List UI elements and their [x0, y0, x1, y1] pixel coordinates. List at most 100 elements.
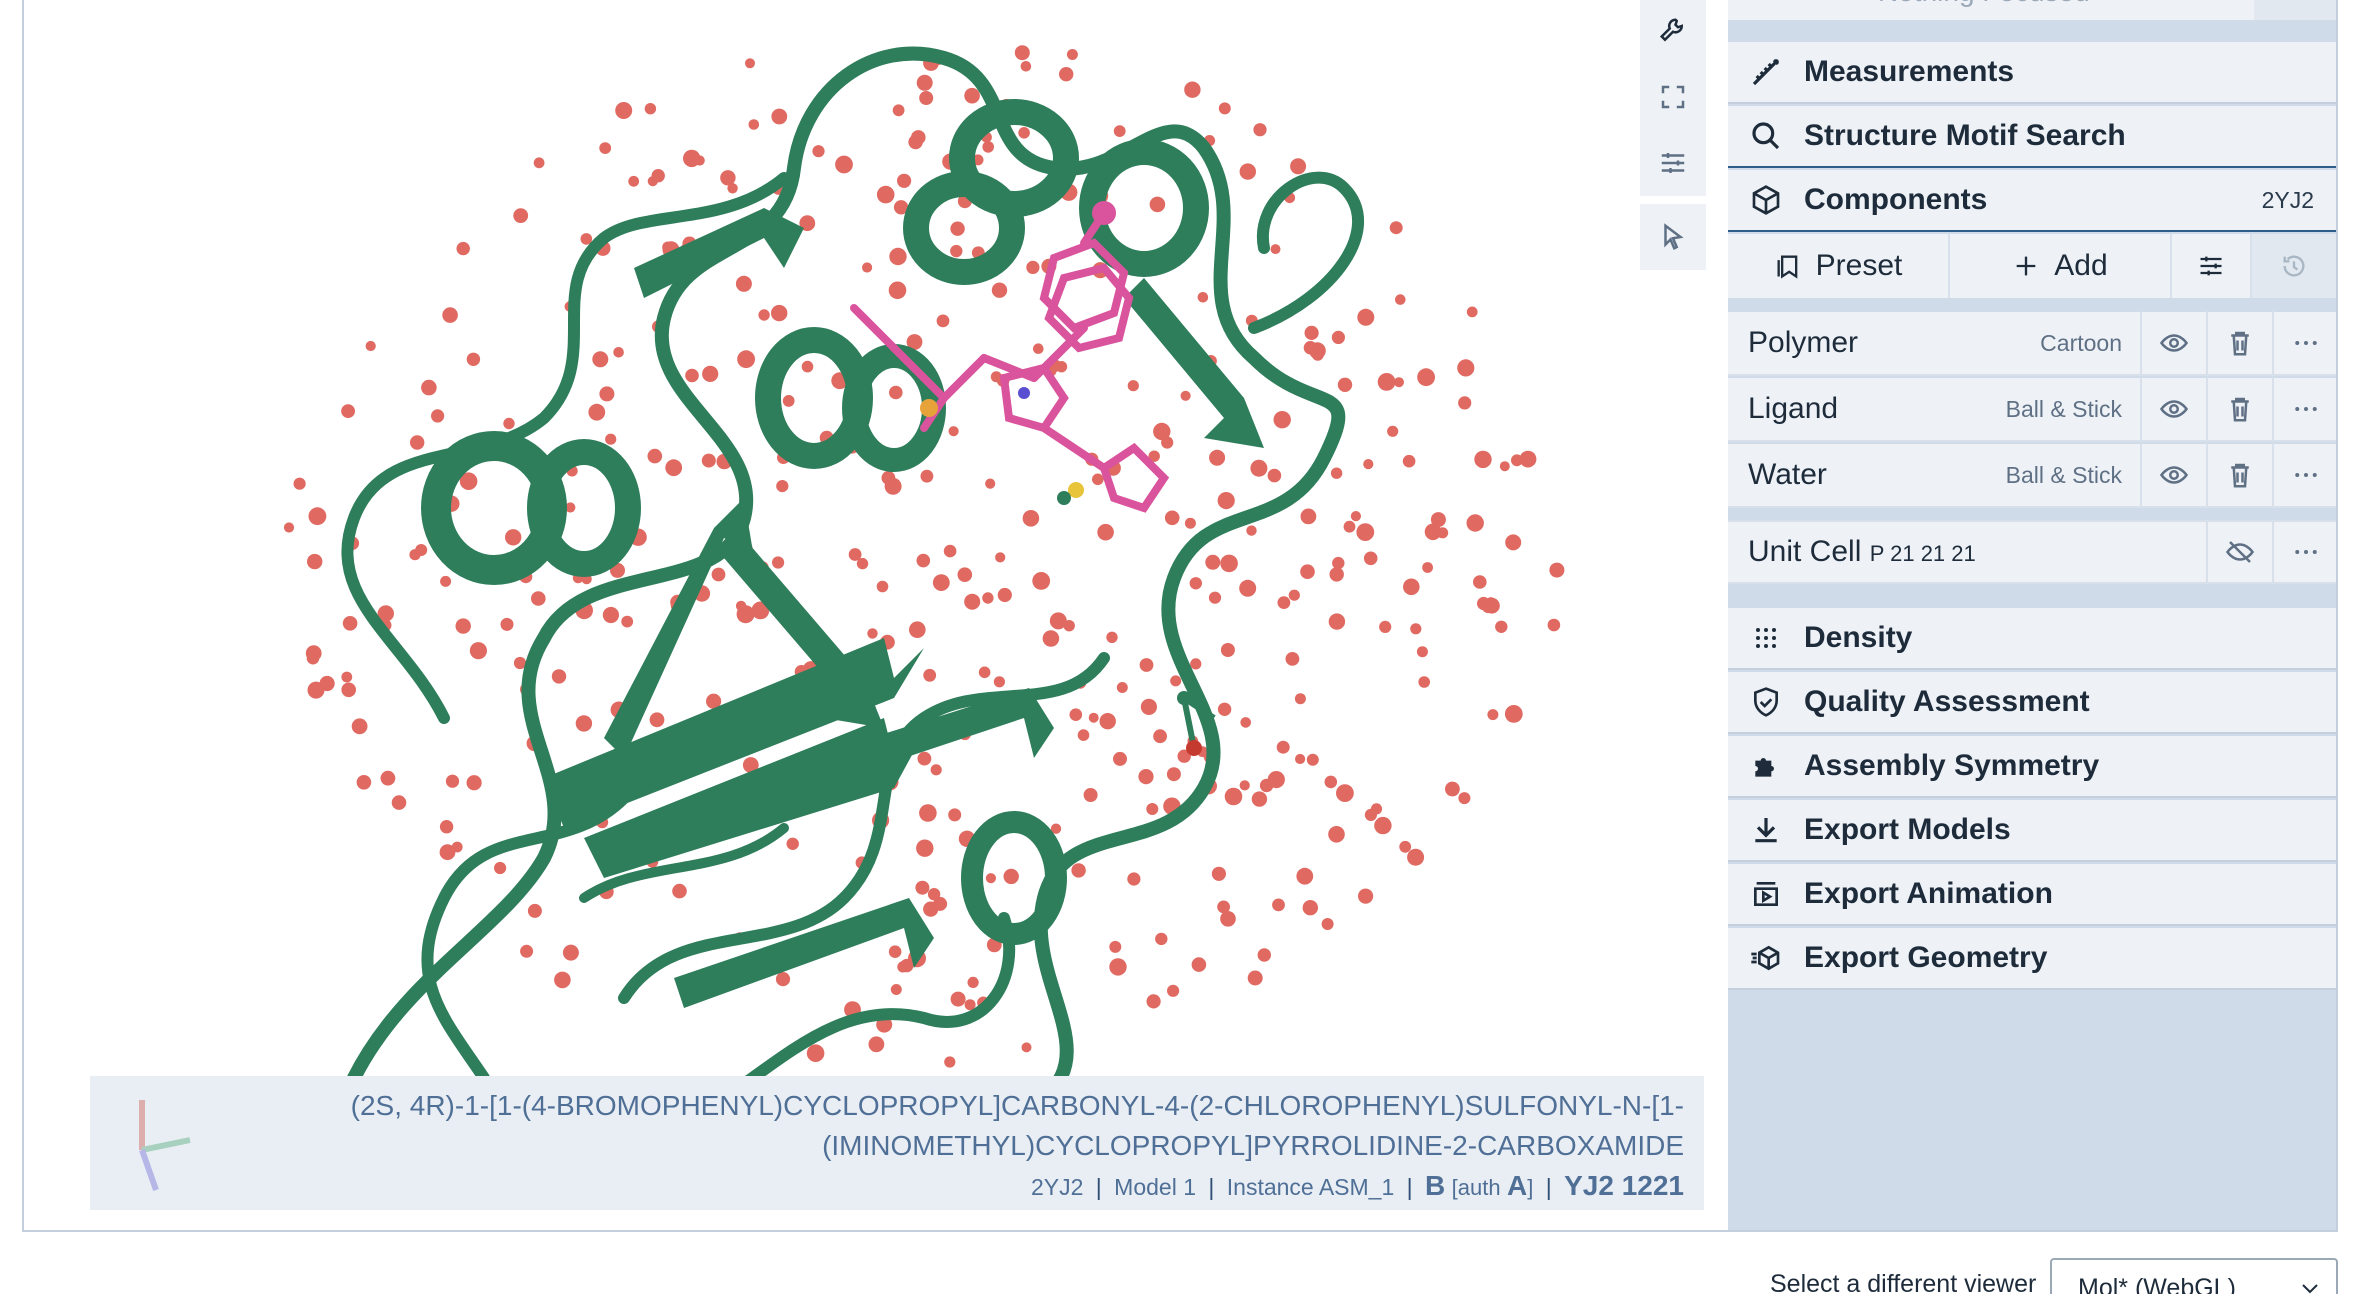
- water-atom[interactable]: [919, 804, 937, 822]
- water-atom[interactable]: [812, 145, 825, 158]
- motif-search-section[interactable]: Structure Motif Search: [1728, 106, 2336, 168]
- water-atom[interactable]: [442, 307, 458, 323]
- water-atom[interactable]: [1458, 792, 1471, 805]
- more-options-button[interactable]: [2272, 311, 2336, 375]
- water-atom[interactable]: [1272, 898, 1285, 912]
- export-animation-section[interactable]: Export Animation: [1728, 864, 2336, 926]
- water-atom[interactable]: [985, 478, 996, 489]
- water-atom[interactable]: [1332, 556, 1345, 570]
- water-atom[interactable]: [1020, 61, 1032, 72]
- water-atom[interactable]: [1487, 709, 1499, 721]
- water-atom[interactable]: [602, 606, 620, 624]
- water-atom[interactable]: [1309, 342, 1326, 360]
- water-atom[interactable]: [533, 157, 545, 169]
- water-atom[interactable]: [1069, 708, 1083, 721]
- water-atom[interactable]: [1055, 361, 1068, 373]
- water-atom[interactable]: [1071, 863, 1086, 878]
- focus-button[interactable]: [2254, 0, 2336, 20]
- water-atom[interactable]: [1300, 564, 1315, 579]
- water-atom[interactable]: [944, 1056, 956, 1068]
- water-atom[interactable]: [605, 433, 617, 445]
- water-atom[interactable]: [421, 379, 437, 396]
- water-atom[interactable]: [897, 961, 909, 973]
- water-atom[interactable]: [1250, 459, 1268, 477]
- water-atom[interactable]: [890, 984, 902, 995]
- water-atom[interactable]: [1077, 729, 1090, 741]
- water-atom[interactable]: [856, 557, 869, 570]
- water-atom[interactable]: [1190, 658, 1202, 670]
- delete-button[interactable]: [2206, 377, 2272, 441]
- water-atom[interactable]: [985, 873, 997, 884]
- water-atom[interactable]: [1270, 244, 1281, 255]
- water-atom[interactable]: [685, 368, 699, 383]
- water-atom[interactable]: [964, 593, 981, 610]
- representation-label[interactable]: Cartoon: [2040, 330, 2122, 357]
- water-atom[interactable]: [1328, 826, 1345, 843]
- water-atom[interactable]: [1139, 658, 1154, 672]
- water-atom[interactable]: [1399, 840, 1412, 853]
- water-atom[interactable]: [1155, 932, 1168, 946]
- water-atom[interactable]: [1049, 612, 1067, 630]
- water-atom[interactable]: [919, 91, 934, 105]
- water-atom[interactable]: [950, 221, 965, 236]
- water-atom[interactable]: [1458, 396, 1472, 410]
- water-atom[interactable]: [1499, 461, 1510, 472]
- water-atom[interactable]: [356, 775, 372, 790]
- water-atom[interactable]: [748, 119, 760, 130]
- water-atom[interactable]: [628, 175, 640, 187]
- water-atom[interactable]: [1407, 848, 1425, 866]
- water-atom[interactable]: [1358, 888, 1374, 904]
- water-atom[interactable]: [758, 309, 770, 321]
- water-atom[interactable]: [456, 241, 470, 256]
- water-atom[interactable]: [439, 820, 454, 834]
- water-atom[interactable]: [649, 712, 665, 728]
- water-atom[interactable]: [1395, 294, 1406, 305]
- water-atom[interactable]: [1088, 712, 1099, 723]
- water-atom[interactable]: [341, 404, 355, 418]
- water-atom[interactable]: [1164, 510, 1180, 526]
- water-atom[interactable]: [1217, 900, 1230, 914]
- water-atom[interactable]: [1457, 359, 1475, 377]
- water-atom[interactable]: [1014, 45, 1030, 61]
- water-atom[interactable]: [927, 888, 941, 901]
- representation-label[interactable]: Ball & Stick: [2006, 462, 2122, 489]
- water-atom[interactable]: [1066, 49, 1078, 60]
- water-atom[interactable]: [1267, 771, 1285, 789]
- water-atom[interactable]: [1466, 306, 1478, 318]
- water-atom[interactable]: [950, 991, 966, 1007]
- water-atom[interactable]: [1224, 787, 1243, 806]
- components-section[interactable]: Components 2YJ2: [1728, 170, 2336, 232]
- water-atom[interactable]: [1321, 918, 1334, 930]
- water-atom[interactable]: [916, 553, 931, 568]
- water-atom[interactable]: [916, 74, 933, 91]
- water-atom[interactable]: [771, 108, 788, 125]
- unit-cell-row[interactable]: Unit Cell P 21 21 21: [1728, 520, 2336, 584]
- water-atom[interactable]: [615, 102, 633, 119]
- water-atom[interactable]: [1146, 994, 1161, 1009]
- water-atom[interactable]: [439, 844, 456, 861]
- water-atom[interactable]: [341, 682, 357, 698]
- water-atom[interactable]: [1511, 454, 1523, 467]
- water-atom[interactable]: [306, 651, 320, 665]
- water-atom[interactable]: [445, 774, 460, 788]
- water-atom[interactable]: [702, 365, 719, 382]
- molecule-scene[interactable]: [24, 0, 1728, 1230]
- water-atom[interactable]: [982, 592, 994, 604]
- selection-mode-button[interactable]: [1640, 204, 1706, 270]
- water-atom[interactable]: [1113, 125, 1126, 137]
- water-atom[interactable]: [351, 718, 368, 735]
- water-atom[interactable]: [500, 617, 514, 631]
- water-atom[interactable]: [1402, 454, 1416, 468]
- water-atom[interactable]: [1484, 597, 1500, 614]
- water-atom[interactable]: [494, 861, 507, 875]
- water-atom[interactable]: [1138, 769, 1154, 785]
- water-atom[interactable]: [923, 901, 939, 917]
- water-atom[interactable]: [1417, 368, 1435, 387]
- water-atom[interactable]: [909, 621, 926, 638]
- water-atom[interactable]: [1026, 260, 1040, 274]
- water-atom[interactable]: [1331, 330, 1345, 344]
- water-atom[interactable]: [1161, 436, 1174, 449]
- water-atom[interactable]: [1445, 781, 1460, 797]
- water-atom[interactable]: [1247, 970, 1263, 986]
- water-atom[interactable]: [711, 567, 726, 582]
